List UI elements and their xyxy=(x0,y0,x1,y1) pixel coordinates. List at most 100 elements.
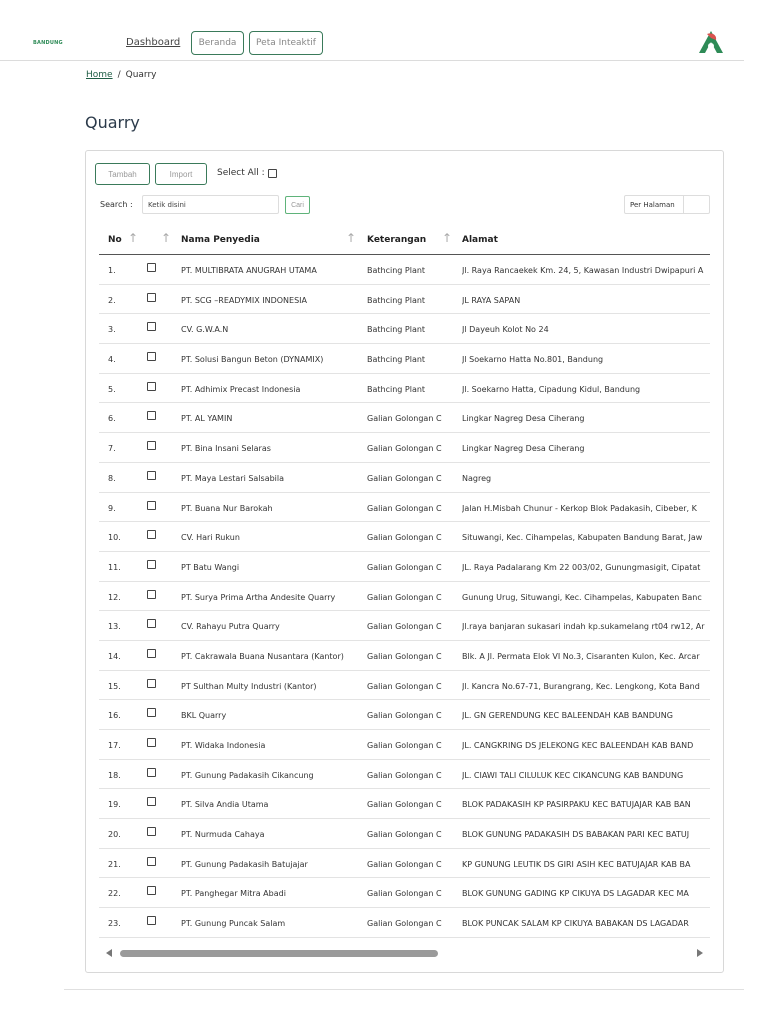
nav-beranda-button[interactable]: Beranda xyxy=(191,31,244,55)
row-alamat: Blk. A Jl. Permata Elok VI No.3, Cisaran… xyxy=(462,651,700,661)
table-row[interactable]: 3. CV. G.W.A.N Bathcing Plant Jl Dayeuh Kol… xyxy=(99,314,710,345)
table-row[interactable]: 10. CV. Hari Rukun Galian Golongan C Situwa… xyxy=(99,522,710,552)
row-number: 19. xyxy=(108,800,121,810)
row-checkbox[interactable] xyxy=(147,797,156,807)
table-row[interactable]: 1. PT. MULTIBRATA ANUGRAH UTAMA Bathcing P… xyxy=(99,255,710,285)
row-checkbox[interactable] xyxy=(147,648,156,658)
row-checkbox[interactable] xyxy=(147,559,156,569)
table-body: 1. PT. MULTIBRATA ANUGRAH UTAMA Bathcing P… xyxy=(99,255,710,938)
import-button[interactable]: Import xyxy=(155,163,207,185)
row-nama-penyedia: PT. Buana Nur Barokah xyxy=(181,503,273,513)
row-checkbox[interactable] xyxy=(147,411,156,421)
table-row[interactable]: 13. CV. Rahayu Putra Quarry Galian Golonga… xyxy=(99,611,710,641)
row-keterangan: Galian Golongan C xyxy=(367,622,442,632)
row-number: 20. xyxy=(108,830,121,840)
row-checkbox[interactable] xyxy=(147,352,156,362)
scroll-thumb[interactable] xyxy=(120,950,438,957)
table-row[interactable]: 12. PT. Surya Prima Artha Andesite Quarry… xyxy=(99,582,710,612)
table-row[interactable]: 9. PT. Buana Nur Barokah Galian Golongan C… xyxy=(99,493,710,523)
select-all-checkbox[interactable] xyxy=(267,168,277,178)
app-logo[interactable]: BANDUNG xyxy=(33,40,63,46)
nav-peta-interaktif-button[interactable]: Peta Inteaktif xyxy=(249,31,323,55)
sort-keterangan-icon[interactable]: ↑ xyxy=(442,231,452,245)
table-row[interactable]: 2. PT. SCG –READYMIX INDONESIA Bathcing Pl… xyxy=(99,285,710,315)
search-input[interactable] xyxy=(142,195,279,214)
table-row[interactable]: 20. PT. Nurmuda Cahaya Galian Golongan C BL… xyxy=(99,819,710,849)
cari-button[interactable]: Cari xyxy=(285,196,310,214)
row-number: 22. xyxy=(108,889,121,899)
row-number: 16. xyxy=(108,711,121,721)
table-row[interactable]: 6. PT. AL YAMIN Galian Golongan C Lingkar N… xyxy=(99,403,710,434)
row-checkbox[interactable] xyxy=(147,441,156,451)
row-checkbox[interactable] xyxy=(147,856,156,866)
row-checkbox[interactable] xyxy=(147,886,156,896)
breadcrumb-separator: / xyxy=(117,70,121,80)
header-alamat[interactable]: Alamat xyxy=(462,235,498,245)
row-nama-penyedia: PT. Cakrawala Buana Nusantara (Kantor) xyxy=(181,651,344,661)
horizontal-scrollbar[interactable] xyxy=(106,948,703,960)
table-row[interactable]: 4. PT. Solusi Bangun Beton (DYNAMIX) Bathc… xyxy=(99,344,710,374)
row-keterangan: Galian Golongan C xyxy=(367,651,442,661)
nav-dashboard-link[interactable]: Dashboard xyxy=(126,37,180,48)
row-checkbox[interactable] xyxy=(147,589,156,599)
select-all: Select All : xyxy=(217,168,277,178)
brand-logo-icon[interactable] xyxy=(698,30,724,54)
table-row[interactable]: 15. PT Sulthan Multy Industri (Kantor) Gal… xyxy=(99,671,710,701)
row-keterangan: Galian Golongan C xyxy=(367,741,442,750)
table-row[interactable]: 16. BKL Quarry Galian Golongan C JL. GN GER… xyxy=(99,700,710,730)
row-checkbox[interactable] xyxy=(147,263,156,272)
row-alamat: JL RAYA SAPAN xyxy=(462,295,521,305)
row-checkbox[interactable] xyxy=(147,619,156,629)
table-row[interactable]: 18. PT. Gunung Padakasih Cikancung Galian … xyxy=(99,760,710,790)
row-alamat: BLOK PUNCAK SALAM KP CIKUYA BABAKAN DS L… xyxy=(462,919,689,929)
table-row[interactable]: 22. PT. Panghegar Mitra Abadi Galian Golon… xyxy=(99,878,710,909)
row-checkbox[interactable] xyxy=(147,500,156,510)
row-checkbox[interactable] xyxy=(147,916,156,926)
row-keterangan: Galian Golongan C xyxy=(367,414,442,424)
row-checkbox[interactable] xyxy=(147,678,156,688)
row-keterangan: Galian Golongan C xyxy=(367,533,442,543)
row-nama-penyedia: PT. Gunung Puncak Salam xyxy=(181,919,286,929)
row-keterangan: Galian Golongan C xyxy=(367,711,442,721)
row-number: 8. xyxy=(108,473,116,483)
row-alamat: Jl. Soekarno Hatta, Cipadung Kidul, Band… xyxy=(462,384,641,394)
row-number: 10. xyxy=(108,533,121,543)
sort-no-icon[interactable]: ↑ xyxy=(128,231,138,245)
scroll-right-icon[interactable] xyxy=(697,949,703,957)
table-row[interactable]: 5. PT. Adhimix Precast Indonesia Bathcing … xyxy=(99,374,710,404)
row-checkbox[interactable] xyxy=(147,738,156,747)
scroll-left-icon[interactable] xyxy=(106,949,112,957)
header-no[interactable]: No xyxy=(108,235,122,245)
table-row[interactable]: 21. PT. Gunung Padakasih Batujajar Galian … xyxy=(99,849,710,879)
table-row[interactable]: 17. PT. Widaka Indonesia Galian Golongan C… xyxy=(99,730,710,760)
row-checkbox[interactable] xyxy=(147,530,156,540)
row-nama-penyedia: BKL Quarry xyxy=(181,711,227,721)
table-row[interactable]: 23. PT. Gunung Puncak Salam Galian Golonga… xyxy=(99,908,710,938)
sort-nama-icon[interactable]: ↑ xyxy=(346,231,356,245)
row-number: 12. xyxy=(108,592,121,602)
tambah-button[interactable]: Tambah xyxy=(95,163,150,185)
row-checkbox[interactable] xyxy=(147,381,156,391)
table-row[interactable]: 14. PT. Cakrawala Buana Nusantara (Kantor… xyxy=(99,641,710,671)
table-row[interactable]: 19. PT. Silva Andia Utama Galian Golongan … xyxy=(99,789,710,820)
table-row[interactable]: 8. PT. Maya Lestari Salsabila Galian Golon… xyxy=(99,463,710,493)
row-alamat: Situwangi, Kec. Cihampelas, Kabupaten Ba… xyxy=(462,533,703,543)
breadcrumb-home-link[interactable]: Home xyxy=(86,70,113,80)
row-checkbox[interactable] xyxy=(147,292,156,302)
row-keterangan: Galian Golongan C xyxy=(367,859,442,869)
header-nama-penyedia[interactable]: Nama Penyedia xyxy=(181,235,260,245)
row-nama-penyedia: PT. Gunung Padakasih Batujajar xyxy=(181,859,308,869)
row-nama-penyedia: PT. Widaka Indonesia xyxy=(181,741,266,750)
row-checkbox[interactable] xyxy=(147,767,156,777)
row-checkbox[interactable] xyxy=(147,708,156,718)
per-halaman-select[interactable]: Per Halaman xyxy=(624,195,710,214)
row-number: 9. xyxy=(108,503,116,513)
header-keterangan[interactable]: Keterangan xyxy=(367,235,426,245)
table-row[interactable]: 11. PT Batu Wangi Galian Golongan C JL. Ray… xyxy=(99,552,710,582)
row-checkbox[interactable] xyxy=(147,322,156,332)
table-row[interactable]: 7. PT. Bina Insani Selaras Galian Golongan… xyxy=(99,433,710,463)
sort-checkbox-icon[interactable]: ↑ xyxy=(161,231,171,245)
row-keterangan: Galian Golongan C xyxy=(367,473,442,483)
row-checkbox[interactable] xyxy=(147,470,156,480)
row-checkbox[interactable] xyxy=(147,827,156,837)
